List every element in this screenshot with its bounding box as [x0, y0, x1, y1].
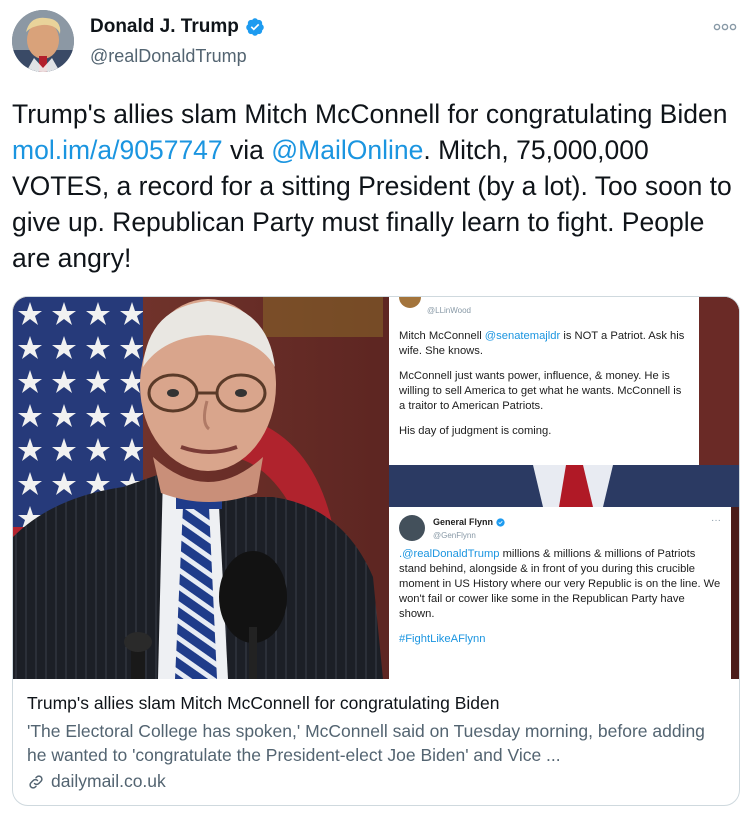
- embedded-avatar: [399, 515, 425, 541]
- embedded-mention: @senatemajldr: [484, 330, 561, 342]
- card-domain[interactable]: dailymail.co.uk: [27, 771, 166, 792]
- link-preview-card[interactable]: @LLinWood Mitch McConnell @senatemajldr …: [12, 296, 740, 806]
- embedded-avatar: [399, 297, 421, 308]
- embedded-header: General Flynn @GenFlynn ···: [399, 513, 721, 543]
- embedded-para2: McConnell just wants power, influence, &…: [399, 370, 682, 412]
- tweet-mention[interactable]: @MailOnline: [271, 135, 423, 165]
- author-handle[interactable]: @realDonaldTrump: [90, 46, 247, 67]
- embedded-para3: His day of judgment is coming.: [399, 425, 552, 437]
- embedded-tweet-linwood: @LLinWood Mitch McConnell @senatemajldr …: [389, 297, 699, 465]
- card-title[interactable]: Trump's allies slam Mitch McConnell for …: [27, 693, 499, 714]
- author-avatar[interactable]: [12, 10, 74, 72]
- tweet-link[interactable]: mol.im/a/9057747: [12, 135, 223, 165]
- tweet-text: Trump's allies slam Mitch McConnell for …: [12, 96, 742, 276]
- embedded-line1-pre: Mitch McConnell: [399, 330, 485, 342]
- card-domain-text[interactable]: dailymail.co.uk: [51, 771, 166, 792]
- tweet-header: Donald J. Trump @realDonaldTrump: [12, 10, 738, 76]
- card-description: 'The Electoral College has spoken,' McCo…: [27, 721, 705, 765]
- card-image[interactable]: @LLinWood Mitch McConnell @senatemajldr …: [13, 297, 739, 679]
- embedded-handle: @LLinWood: [427, 306, 471, 315]
- author-name-text[interactable]: Donald J. Trump: [90, 16, 239, 38]
- tweet-text-part2: via: [222, 135, 272, 165]
- author-name[interactable]: Donald J. Trump: [90, 16, 265, 38]
- embedded-handle: @GenFlynn: [433, 531, 476, 540]
- verified-badge-icon: [496, 518, 505, 527]
- more-options-icon[interactable]: [712, 16, 738, 38]
- embedded-tweet-flynn: General Flynn @GenFlynn ··· .@realDonald…: [389, 507, 731, 679]
- embedded-mention: .@realDonaldTrump: [399, 548, 500, 560]
- link-icon: [29, 774, 43, 789]
- embedded-body: .@realDonaldTrump millions & millions & …: [399, 547, 721, 622]
- tweet-text-part1: Trump's allies slam Mitch McConnell for …: [12, 99, 728, 129]
- embedded-line1: Mitch McConnell @senatemajldr is NOT a P…: [399, 329, 689, 359]
- embedded-hashtag: #FightLikeAFlynn: [399, 633, 486, 645]
- verified-badge-icon: [246, 18, 264, 36]
- more-options-icon: ···: [711, 515, 721, 526]
